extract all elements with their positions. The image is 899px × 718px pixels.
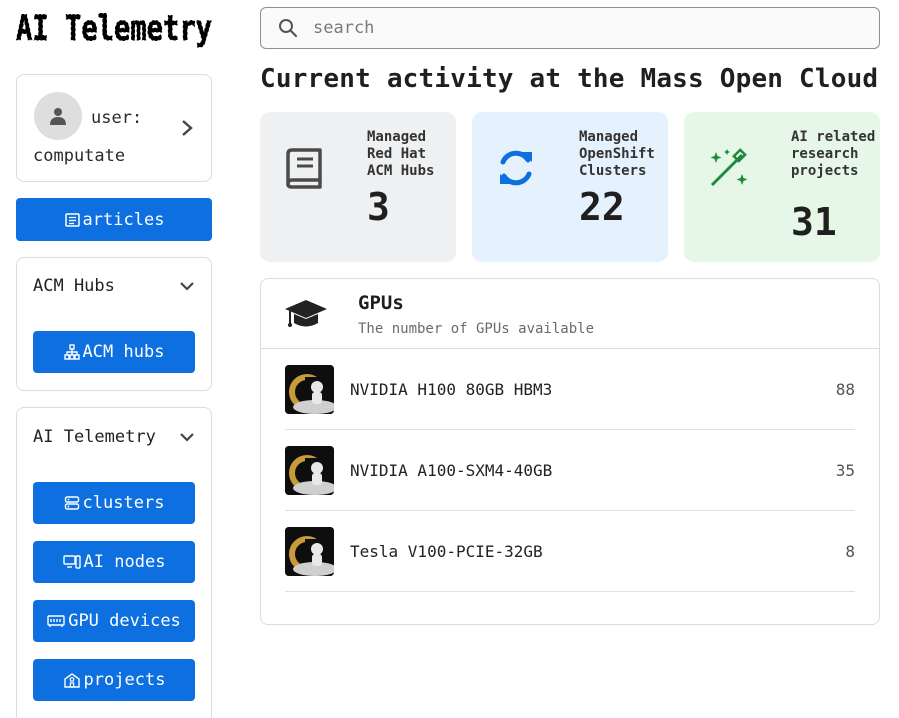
gpu-card-subtitle: The number of GPUs available	[358, 321, 595, 337]
articles-label: articles	[82, 209, 165, 230]
search-bar[interactable]	[260, 7, 880, 49]
gpu-card-header: GPUs The number of GPUs available	[261, 279, 879, 349]
gpu-name: NVIDIA A100-SXM4-40GB	[350, 460, 553, 480]
sidebar: user: computate articles ACM Hubs ACM hu…	[16, 74, 212, 718]
school-icon	[63, 673, 80, 688]
computer-icon	[62, 555, 81, 569]
stat-value: 31	[791, 200, 837, 244]
clusters-button[interactable]: clusters	[33, 482, 195, 524]
gpu-row[interactable]: Tesla V100-PCIE-32GB 8	[285, 511, 855, 592]
acm-hubs-group: ACM Hubs ACM hubs	[16, 257, 212, 391]
acm-hubs-group-title: ACM Hubs	[33, 276, 115, 296]
stat-value: 22	[579, 185, 625, 229]
stat-value: 3	[367, 185, 390, 229]
gpu-card-title: GPUs	[358, 292, 404, 314]
logo-text: AI Telemetry	[16, 9, 212, 49]
gpu-count: 35	[835, 460, 855, 480]
clusters-label: clusters	[82, 493, 165, 513]
stat-card-acm-hubs[interactable]: Managed Red Hat ACM Hubs 3	[260, 112, 456, 262]
chevron-down-icon	[180, 282, 194, 291]
ai-telemetry-group: AI Telemetry clusters AI nodes GPU devic…	[16, 407, 212, 718]
acm-hubs-group-header[interactable]: ACM Hubs	[17, 258, 211, 314]
sitemap-icon	[63, 344, 80, 360]
memory-icon	[47, 615, 65, 627]
page-title: Current activity at the Mass Open Cloud	[260, 64, 879, 94]
stat-label: Managed OpenShift Clusters	[579, 129, 655, 179]
stat-label: Managed Red Hat ACM Hubs	[367, 129, 435, 179]
gpu-list: NVIDIA H100 80GB HBM3 88 NVIDIA A100-SXM…	[261, 349, 879, 592]
ai-telemetry-group-header[interactable]: AI Telemetry	[17, 408, 211, 466]
gpu-devices-button[interactable]: GPU devices	[33, 600, 195, 642]
newspaper-icon	[64, 212, 80, 227]
search-icon	[279, 19, 298, 38]
gpu-count: 8	[845, 541, 855, 561]
stat-card-research-projects[interactable]: AI related research projects 31	[684, 112, 880, 262]
magic-wand-icon	[710, 148, 748, 187]
gpu-name: NVIDIA H100 80GB HBM3	[350, 379, 553, 399]
ai-nodes-button[interactable]: AI nodes	[33, 541, 195, 583]
gpu-thumbnail	[285, 445, 334, 495]
chevron-right-icon[interactable]	[181, 119, 193, 137]
projects-button[interactable]: projects	[33, 659, 195, 701]
chevron-down-icon	[180, 433, 194, 442]
gpu-name: Tesla V100-PCIE-32GB	[350, 541, 543, 561]
stat-card-openshift-clusters[interactable]: Managed OpenShift Clusters 22	[472, 112, 668, 262]
gpu-devices-label: GPU devices	[68, 611, 181, 631]
stat-label: AI related research projects	[791, 129, 876, 179]
server-icon	[64, 496, 79, 510]
ai-telemetry-group-title: AI Telemetry	[33, 427, 156, 447]
gpu-thumbnail	[285, 526, 334, 576]
projects-label: projects	[83, 670, 166, 690]
user-card[interactable]: user: computate	[16, 74, 212, 182]
sync-icon	[500, 150, 532, 186]
gpu-count: 88	[835, 379, 855, 399]
gpu-thumbnail	[285, 364, 334, 414]
search-input[interactable]	[313, 18, 853, 38]
app-logo: AI Telemetry	[16, 9, 213, 50]
book-icon	[286, 148, 322, 189]
gpu-row[interactable]: NVIDIA H100 80GB HBM3 88	[285, 349, 855, 430]
gpu-row[interactable]: NVIDIA A100-SXM4-40GB 35	[285, 430, 855, 511]
ai-nodes-label: AI nodes	[83, 552, 166, 572]
acm-hubs-label: ACM hubs	[82, 342, 165, 362]
user-label: user: computate	[33, 108, 143, 166]
gpu-card: GPUs The number of GPUs available NVIDIA…	[260, 278, 880, 625]
graduation-cap-icon	[285, 300, 327, 327]
acm-hubs-button[interactable]: ACM hubs	[33, 331, 195, 373]
articles-button[interactable]: articles	[16, 198, 212, 241]
